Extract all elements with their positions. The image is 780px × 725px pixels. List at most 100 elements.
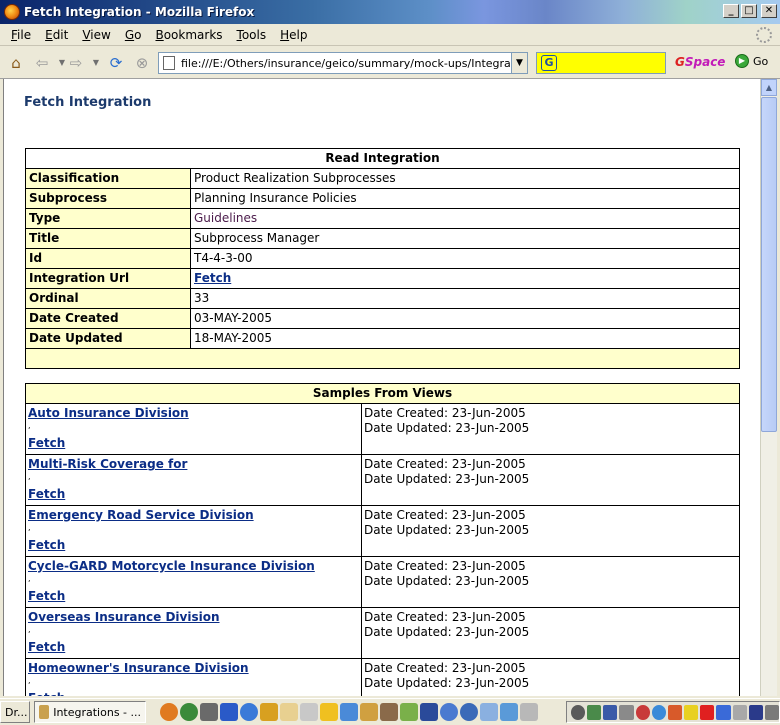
sample-fetch-link[interactable]: Fetch — [28, 640, 65, 654]
menu-bookmarks[interactable]: Bookmarks — [148, 28, 229, 42]
forward-icon[interactable]: ⇨ — [66, 53, 86, 73]
gspace-button[interactable]: GSpace — [675, 55, 725, 69]
tray-icon-10[interactable] — [716, 704, 731, 720]
sample-name-wrap: Auto Insurance Division, Fetch — [28, 406, 359, 452]
search-box[interactable]: G — [536, 52, 666, 74]
field-row: Title Subprocess Manager — [25, 228, 740, 249]
tray-icon-4[interactable] — [619, 704, 634, 720]
sample-name-cell: Multi-Risk Coverage for, Fetch — [25, 454, 362, 506]
read-integration-table: Read Integration Classification Product R… — [25, 148, 740, 369]
explorer-quick-icon[interactable] — [500, 703, 518, 721]
sample-date-created: Date Created: 23-Jun-2005 — [364, 559, 526, 573]
field-value: Planning Insurance Policies — [190, 188, 740, 209]
field-label: Subprocess — [25, 188, 191, 209]
minimize-icon[interactable]: _ — [723, 4, 739, 18]
tray-icon-7[interactable] — [667, 704, 683, 720]
field-row: Integration Url Fetch — [25, 268, 740, 289]
taskbar-task-dr[interactable]: Dr... — [0, 701, 30, 723]
sample-view-link[interactable]: Cycle-GARD Motorcycle Insurance Division — [28, 559, 315, 573]
tray-icon-3[interactable] — [603, 704, 618, 720]
device-quick-icon[interactable] — [480, 703, 498, 721]
sample-fetch-link[interactable]: Fetch — [28, 691, 65, 696]
menu-view[interactable]: View — [75, 28, 117, 42]
task-label: Integrations - ... — [53, 705, 141, 719]
scroll-thumb[interactable] — [761, 97, 777, 432]
page-viewport[interactable]: Fetch Integration Read Integration Class… — [3, 79, 760, 696]
go-button[interactable]: ▶ Go — [735, 54, 768, 68]
sample-view-link[interactable]: Multi-Risk Coverage for — [28, 457, 187, 471]
tool-quick-icon[interactable] — [300, 703, 318, 721]
tray-icon-9[interactable] — [700, 704, 715, 720]
tray-icon-8[interactable] — [684, 704, 699, 720]
url-bar[interactable]: ▼ — [158, 52, 528, 74]
sample-date-updated: Date Updated: 23-Jun-2005 — [364, 523, 530, 537]
sample-date-updated: Date Updated: 23-Jun-2005 — [364, 574, 530, 588]
sample-fetch-link[interactable]: Fetch — [28, 589, 65, 603]
sample-name-cell: Homeowner's Insurance Division, Fetch — [25, 658, 362, 696]
stop-icon[interactable]: ⊗ — [132, 53, 152, 73]
globe-quick-icon[interactable] — [200, 703, 218, 721]
url-input[interactable] — [181, 54, 513, 72]
menu-edit[interactable]: Edit — [38, 28, 75, 42]
read-integration-header: Read Integration — [25, 148, 740, 169]
folder-quick-icon[interactable] — [280, 703, 298, 721]
sample-name-cell: Cycle-GARD Motorcycle Insurance Division… — [25, 556, 362, 608]
tray-icon-13[interactable] — [764, 704, 780, 720]
window-quick-icon[interactable] — [340, 703, 358, 721]
separator-dot: , — [28, 421, 31, 430]
sample-row: Homeowner's Insurance Division, Fetch Date… — [25, 658, 740, 696]
window-titlebar[interactable]: Fetch Integration - Mozilla Firefox _ □ … — [0, 0, 780, 24]
sample-view-link[interactable]: Homeowner's Insurance Division — [28, 661, 249, 675]
firefox-quick-icon[interactable] — [160, 703, 178, 721]
maximize-icon[interactable]: □ — [741, 4, 757, 18]
sample-fetch-link[interactable]: Fetch — [28, 538, 65, 552]
window-title: Fetch Integration - Mozilla Firefox — [24, 5, 255, 19]
tray-icon-12[interactable] — [748, 704, 763, 720]
menu-go[interactable]: Go — [118, 28, 149, 42]
firefox-task-icon — [39, 705, 50, 719]
pencil-quick-icon[interactable] — [360, 703, 378, 721]
forward-dropdown-icon[interactable]: ▼ — [86, 53, 106, 73]
search-engine-icon[interactable]: G — [541, 55, 557, 71]
tray-icon-11[interactable] — [732, 704, 747, 720]
app-quick-icon[interactable] — [220, 703, 238, 721]
field-row: Subprocess Planning Insurance Policies — [25, 188, 740, 209]
sample-dates-cell: Date Created: 23-Jun-2005 Date Updated: 2… — [361, 607, 740, 659]
media-quick-icon[interactable] — [460, 703, 478, 721]
close-icon[interactable]: ✕ — [761, 4, 777, 18]
tray-icon-2[interactable] — [587, 704, 602, 720]
printer-quick-icon[interactable] — [520, 703, 538, 721]
sample-view-link[interactable]: Overseas Insurance Division — [28, 610, 220, 624]
sample-date-created: Date Created: 23-Jun-2005 — [364, 610, 526, 624]
sample-fetch-link[interactable]: Fetch — [28, 436, 65, 450]
sample-view-link[interactable]: Auto Insurance Division — [28, 406, 189, 420]
scroll-up-icon[interactable]: ▲ — [761, 79, 777, 96]
chat-quick-icon[interactable] — [440, 703, 458, 721]
tray-icon-5[interactable] — [635, 704, 650, 720]
outlook-quick-icon[interactable] — [260, 703, 278, 721]
sample-date-updated: Date Updated: 23-Jun-2005 — [364, 676, 530, 690]
tray-icon-1[interactable] — [571, 704, 586, 720]
integration-url-link[interactable]: Fetch — [194, 271, 231, 285]
ie-quick-icon[interactable] — [240, 703, 258, 721]
menu-help[interactable]: Help — [273, 28, 314, 42]
pdf-quick-icon[interactable] — [380, 703, 398, 721]
menu-file[interactable]: File — [4, 28, 38, 42]
taskbar-task-integrations[interactable]: Integrations - ... — [34, 701, 146, 723]
sample-fetch-link[interactable]: Fetch — [28, 487, 65, 501]
clock-quick-icon[interactable] — [320, 703, 338, 721]
sample-view-link[interactable]: Emergency Road Service Division — [28, 508, 254, 522]
url-dropdown-icon[interactable]: ▼ — [511, 53, 527, 73]
tool2-quick-icon[interactable] — [420, 703, 438, 721]
vertical-scrollbar[interactable]: ▲ — [760, 79, 777, 696]
field-row: Date Updated 18-MAY-2005 — [25, 328, 740, 349]
reload-icon[interactable]: ⟳ — [106, 53, 126, 73]
task-label: Dr... — [5, 705, 28, 719]
back-icon[interactable]: ⇦ — [32, 53, 52, 73]
music-quick-icon[interactable] — [400, 703, 418, 721]
home-icon[interactable]: ⌂ — [6, 53, 26, 73]
field-value: Product Realization Subprocesses — [190, 168, 740, 189]
tray-icon-6[interactable] — [651, 704, 666, 720]
menu-tools[interactable]: Tools — [230, 28, 274, 42]
netscape-quick-icon[interactable] — [180, 703, 198, 721]
